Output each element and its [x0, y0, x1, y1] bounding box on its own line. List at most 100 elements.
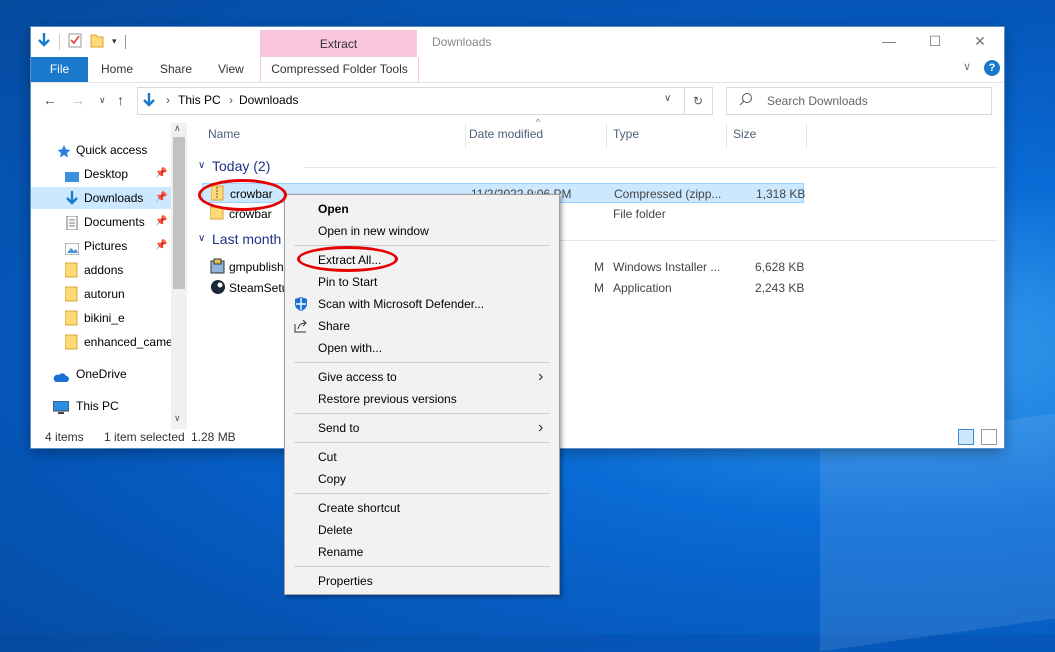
maximize-button[interactable]: ☐	[920, 31, 950, 51]
desktop-window-logo-pane	[820, 413, 1055, 652]
sidebar-item-this-pc[interactable]: This PC	[31, 395, 171, 417]
group-header-last-month[interactable]: Last month	[212, 231, 281, 247]
computer-icon	[52, 400, 70, 414]
group-collapse-icon[interactable]: ∨	[198, 160, 205, 171]
pin-icon: 📌	[155, 240, 168, 251]
recent-locations-chevron-icon[interactable]: ∨	[99, 95, 106, 106]
address-row: ← → ∨ ↑ › This PC › Downloads ∨ ↻ Search…	[31, 83, 1004, 119]
breadcrumb-downloads[interactable]: Downloads	[239, 93, 298, 107]
sidebar-item-bikini-e[interactable]: bikini_e	[31, 307, 171, 329]
properties-checkmark-icon[interactable]	[68, 32, 82, 51]
menu-item-open[interactable]: Open	[285, 198, 559, 220]
forward-arrow-icon[interactable]: →	[71, 92, 85, 108]
red-highlight-crowbar	[198, 179, 287, 211]
close-button[interactable]: ✕	[965, 31, 995, 51]
sidebar-item-downloads[interactable]: Downloads 📌	[31, 187, 171, 209]
title-bar: ▾ Extract Downloads — ☐ ✕	[31, 27, 1004, 57]
defender-shield-icon	[293, 296, 309, 312]
column-header-size[interactable]: Size	[733, 127, 756, 141]
sidebar-item-quick-access[interactable]: Quick access	[31, 139, 171, 161]
sidebar-item-documents[interactable]: Documents 📌	[31, 211, 171, 233]
sidebar-item-autorun[interactable]: autorun	[31, 283, 171, 305]
selection-count: 1 item selected	[104, 430, 185, 444]
folder-icon	[64, 262, 79, 278]
sidebar-item-enhanced-came[interactable]: enhanced_came	[31, 331, 173, 353]
sidebar-item-desktop[interactable]: Desktop 📌	[31, 163, 171, 185]
red-highlight-extract-all	[297, 246, 398, 272]
search-input[interactable]: Search Downloads	[726, 87, 992, 115]
download-arrow-icon	[65, 190, 79, 205]
minimize-button[interactable]: —	[874, 31, 904, 51]
breadcrumb-this-pc[interactable]: This PC	[178, 93, 221, 107]
help-icon[interactable]: ?	[984, 60, 1000, 76]
large-icons-view-icon[interactable]	[981, 429, 997, 445]
details-view-icon[interactable]	[958, 429, 974, 445]
search-icon	[739, 92, 753, 109]
submenu-chevron-icon: ›	[538, 419, 544, 436]
address-dropdown-icon[interactable]: ∨	[664, 93, 671, 104]
sidebar-item-pictures[interactable]: Pictures 📌	[31, 235, 171, 257]
menu-item-send-to[interactable]: Send to ›	[285, 417, 559, 439]
installer-icon	[210, 258, 226, 280]
documents-icon	[65, 215, 79, 231]
tab-home[interactable]: Home	[101, 57, 133, 82]
scroll-up-icon[interactable]: ∧	[174, 123, 181, 134]
selection-size: 1.28 MB	[191, 430, 236, 444]
share-icon	[293, 318, 309, 334]
tab-file[interactable]: File	[31, 57, 88, 82]
menu-item-open-new-window[interactable]: Open in new window	[285, 220, 559, 242]
cloud-icon	[53, 368, 69, 382]
menu-item-scan-defender[interactable]: Scan with Microsoft Defender...	[285, 293, 559, 315]
down-arrow-icon[interactable]	[37, 32, 51, 51]
quick-access-toolbar: ▾	[37, 32, 126, 51]
sidebar-item-addons[interactable]: addons	[31, 259, 171, 281]
menu-item-pin-to-start[interactable]: Pin to Start	[285, 271, 559, 293]
pin-icon: 📌	[155, 192, 168, 203]
address-bar[interactable]: › This PC › Downloads ∨	[137, 87, 685, 115]
pictures-icon	[64, 240, 80, 256]
tab-share[interactable]: Share	[160, 57, 192, 82]
group-collapse-icon[interactable]: ∨	[198, 233, 205, 244]
column-header-date-modified[interactable]: Date modified	[469, 127, 543, 141]
ribbon-expand-chevron-icon[interactable]: ∨	[963, 60, 971, 73]
back-arrow-icon[interactable]: ←	[43, 92, 57, 108]
group-header-today[interactable]: Today (2)	[212, 158, 270, 174]
folder-icon	[64, 286, 79, 302]
star-icon	[57, 143, 71, 158]
tab-compressed-folder-tools[interactable]: Compressed Folder Tools	[260, 57, 419, 82]
navigation-scrollbar[interactable]: ∧ ∨	[171, 123, 187, 429]
sidebar-item-onedrive[interactable]: OneDrive	[31, 363, 171, 385]
menu-item-rename[interactable]: Rename	[285, 541, 559, 563]
refresh-icon[interactable]: ↻	[684, 87, 713, 115]
window-title: Downloads	[432, 35, 492, 49]
item-count: 4 items	[45, 430, 84, 444]
menu-item-cut[interactable]: Cut	[285, 446, 559, 468]
up-arrow-icon[interactable]: ↑	[117, 92, 124, 108]
column-header-type[interactable]: Type	[613, 127, 639, 141]
pin-icon: 📌	[155, 216, 168, 227]
navigation-pane: Quick access Desktop 📌 Downloads 📌 Docum…	[31, 123, 187, 429]
folder-icon	[64, 334, 79, 350]
sort-indicator-icon: ^	[536, 117, 541, 127]
menu-item-properties[interactable]: Properties	[285, 570, 559, 592]
menu-item-open-with[interactable]: Open with...	[285, 337, 559, 359]
menu-item-restore-versions[interactable]: Restore previous versions	[285, 388, 559, 410]
menu-item-create-shortcut[interactable]: Create shortcut	[285, 497, 559, 519]
desktop-icon	[65, 168, 79, 182]
qat-dropdown-icon[interactable]: ▾	[112, 36, 117, 47]
menu-item-share[interactable]: Share	[285, 315, 559, 337]
tab-view[interactable]: View	[218, 57, 244, 82]
menu-item-copy[interactable]: Copy	[285, 468, 559, 490]
menu-item-delete[interactable]: Delete	[285, 519, 559, 541]
menu-item-give-access[interactable]: Give access to ›	[285, 366, 559, 388]
scrollbar-thumb[interactable]	[173, 137, 185, 289]
scroll-down-icon[interactable]: ∨	[174, 413, 181, 424]
pin-icon: 📌	[155, 168, 168, 179]
new-folder-icon[interactable]	[90, 32, 104, 51]
submenu-chevron-icon: ›	[538, 368, 544, 385]
column-header-name[interactable]: Name	[208, 127, 240, 141]
folder-icon	[64, 310, 79, 326]
extract-context-header: Extract	[260, 30, 417, 57]
steam-icon	[210, 279, 226, 301]
ribbon-tabs: File Home Share View Compressed Folder T…	[31, 57, 1004, 83]
